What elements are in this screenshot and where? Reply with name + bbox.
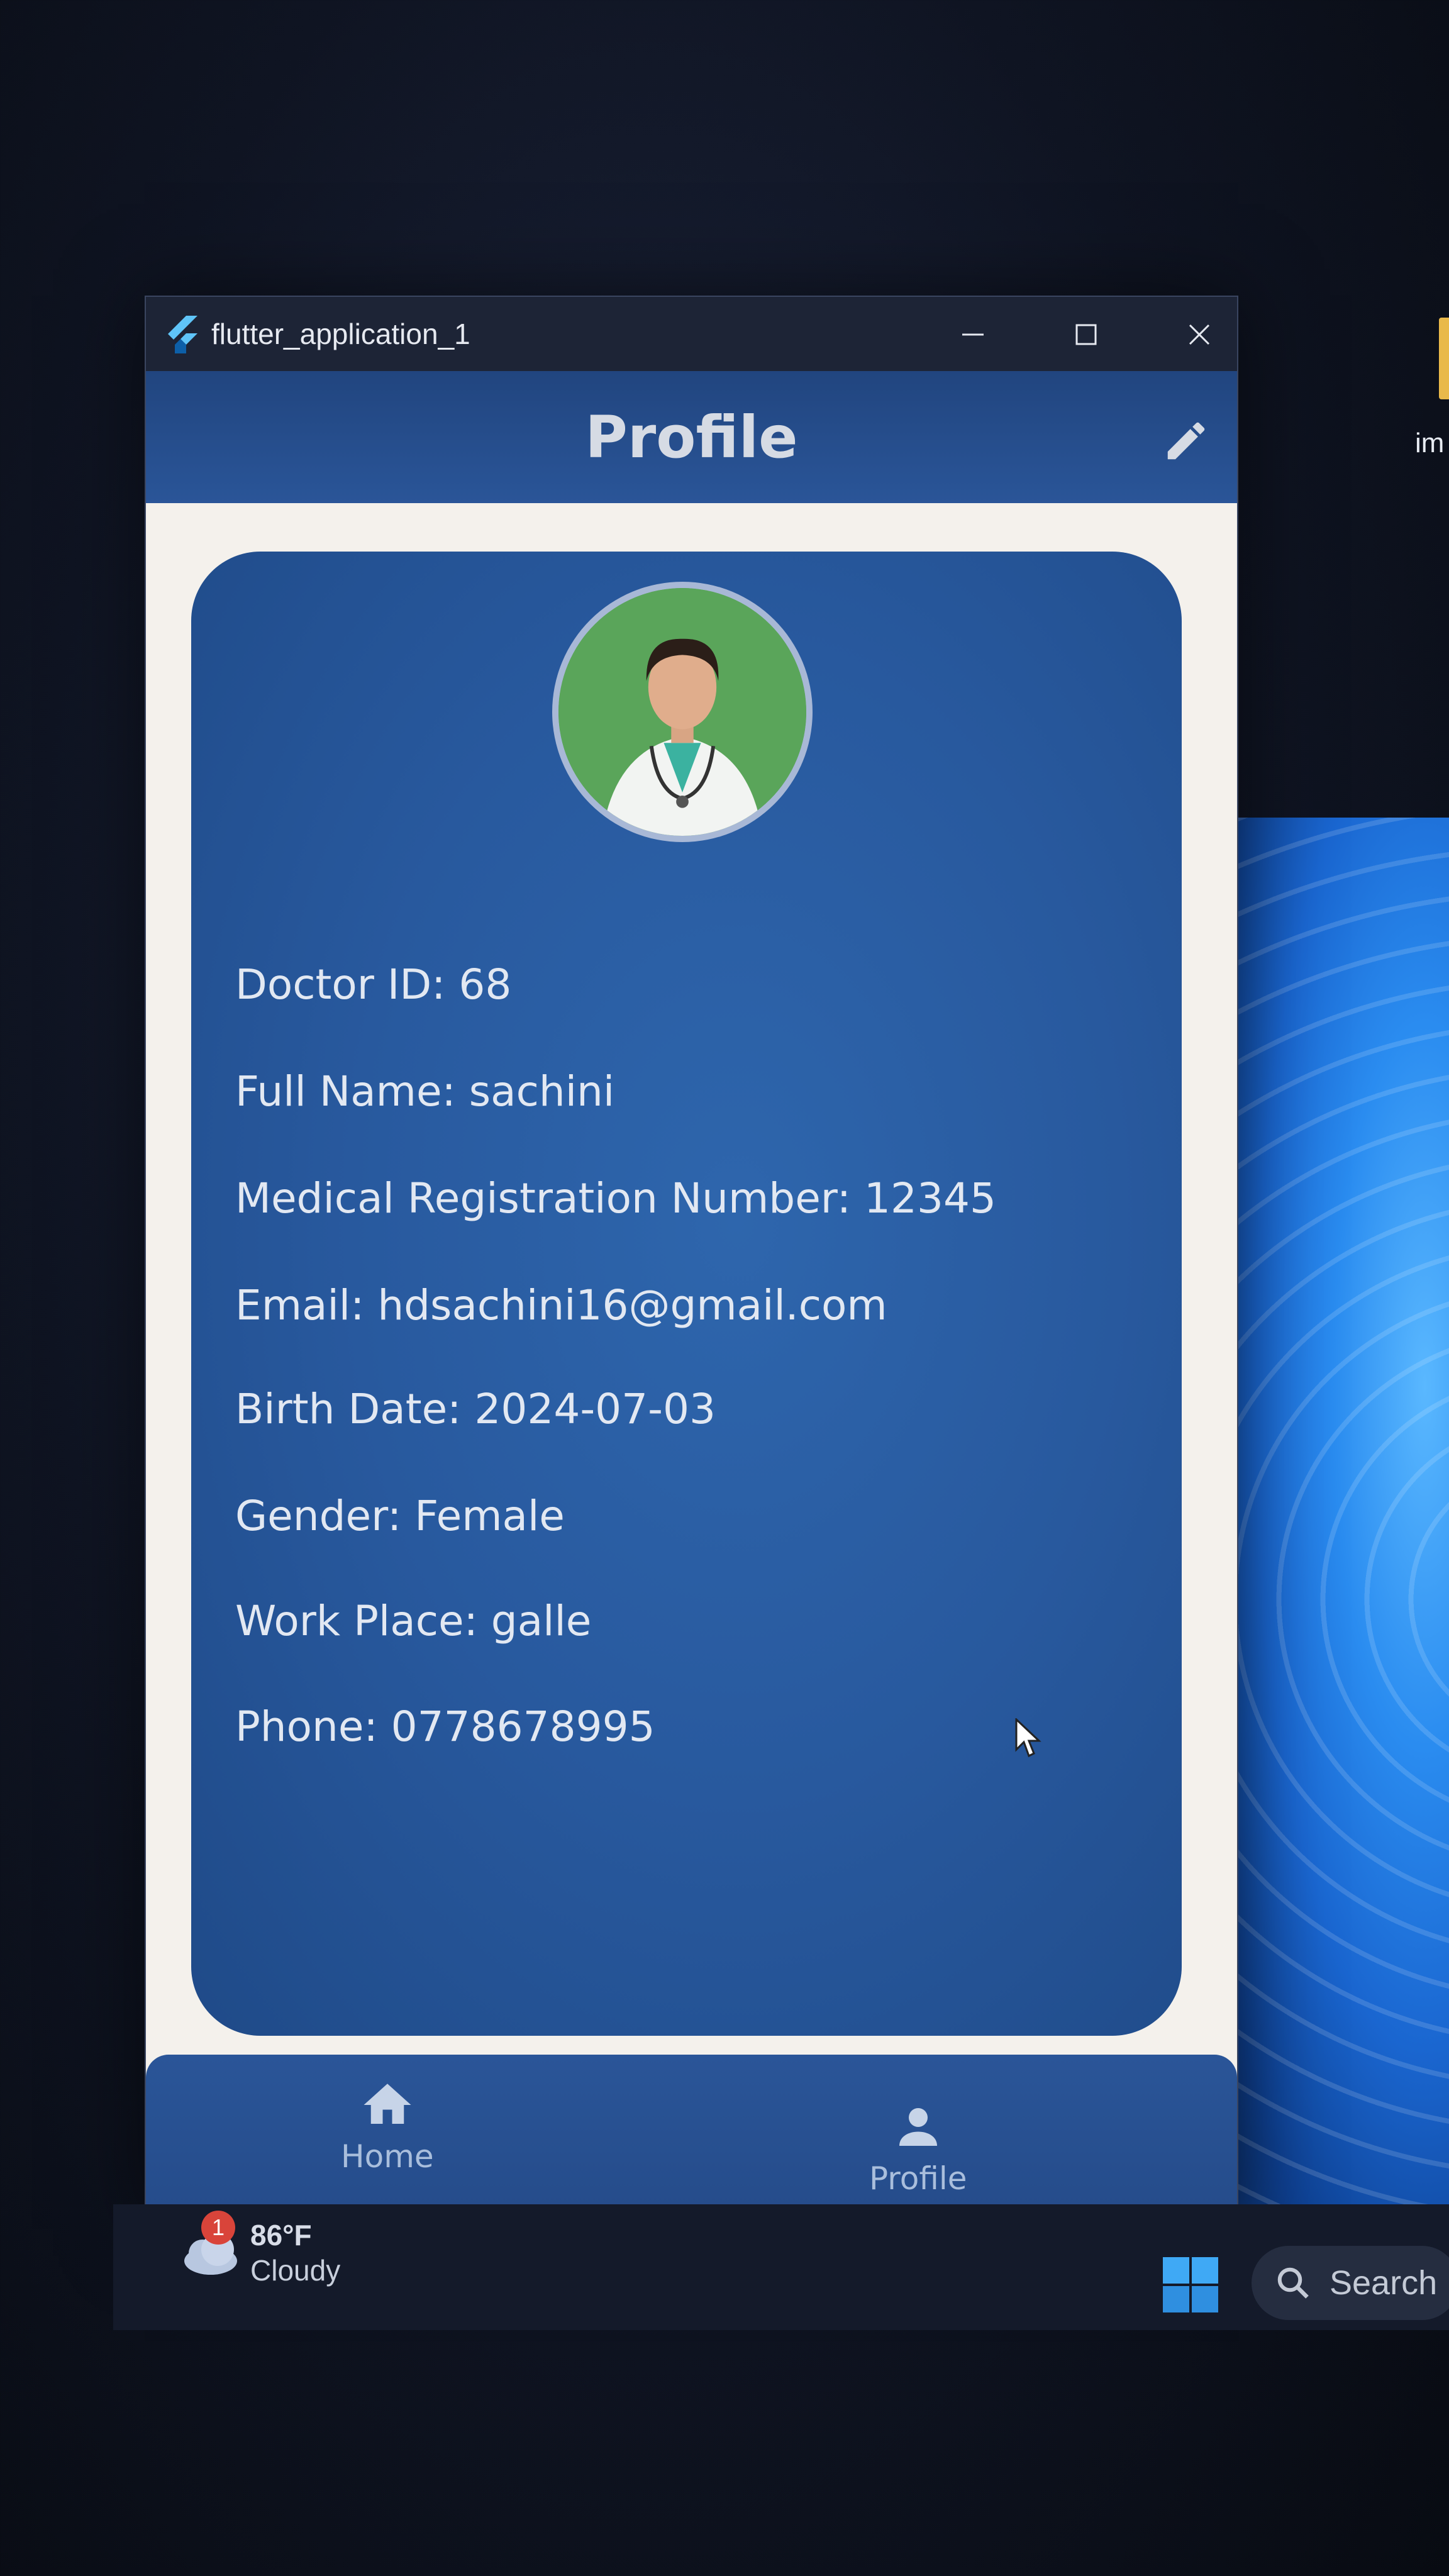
work-place-field: Work Place: galle (235, 1597, 592, 1645)
app-bar: Profile (146, 371, 1237, 503)
full-name-field: Full Name: sachini (235, 1067, 615, 1116)
home-icon (364, 2084, 411, 2124)
email-field: Email: hdsachini16@gmail.com (235, 1281, 887, 1330)
nav-home[interactable]: Home (341, 2077, 434, 2175)
doctor-avatar (558, 588, 806, 836)
app-window: flutter_application_1 Profile Doctor ID:… (145, 296, 1238, 2229)
nav-profile-label: Profile (869, 2160, 967, 2197)
search-icon (1277, 2267, 1309, 2299)
doctor-id-field: Doctor ID: 68 (235, 960, 512, 1009)
close-button[interactable] (1171, 309, 1228, 360)
minimize-icon (962, 333, 984, 336)
phone-field: Phone: 0778678995 (235, 1702, 655, 1751)
window-title: flutter_application_1 (211, 318, 470, 350)
profile-card: Doctor ID: 68 Full Name: sachini Medical… (191, 552, 1182, 2036)
desktop-shortcut-icon[interactable] (1439, 318, 1449, 399)
weather-condition[interactable]: Cloudy (250, 2253, 340, 2287)
maximize-icon (1075, 324, 1097, 345)
registration-number-field: Medical Registration Number: 12345 (235, 1174, 996, 1223)
page-title: Profile (585, 404, 798, 471)
nav-home-label: Home (341, 2138, 434, 2175)
edit-icon[interactable] (1162, 416, 1211, 465)
desktop-shortcut-label[interactable]: im (1415, 428, 1444, 459)
mouse-cursor-icon (1015, 1718, 1041, 1758)
birth-date-field: Birth Date: 2024-07-03 (235, 1385, 716, 1433)
nav-profile[interactable]: Profile (869, 2099, 967, 2197)
flutter-logo-icon (168, 316, 197, 353)
windows-taskbar: 1 86°F Cloudy Search (113, 2204, 1449, 2330)
weather-temperature[interactable]: 86°F (250, 2218, 312, 2252)
taskbar-search[interactable]: Search (1252, 2246, 1449, 2320)
title-bar[interactable]: flutter_application_1 (146, 297, 1237, 371)
person-icon (899, 2108, 937, 2146)
gender-field: Gender: Female (235, 1492, 565, 1540)
bottom-navigation-bar: Home Profile (146, 2055, 1237, 2228)
doctor-avatar-image (558, 588, 806, 836)
desktop-wallpaper (1208, 818, 1449, 2239)
maximize-button[interactable] (1058, 309, 1114, 360)
search-label: Search (1330, 2264, 1438, 2302)
weather-badge: 1 (201, 2211, 235, 2245)
windows-start-icon[interactable] (1160, 2255, 1221, 2315)
minimize-button[interactable] (945, 309, 1001, 360)
close-icon (1189, 324, 1210, 345)
